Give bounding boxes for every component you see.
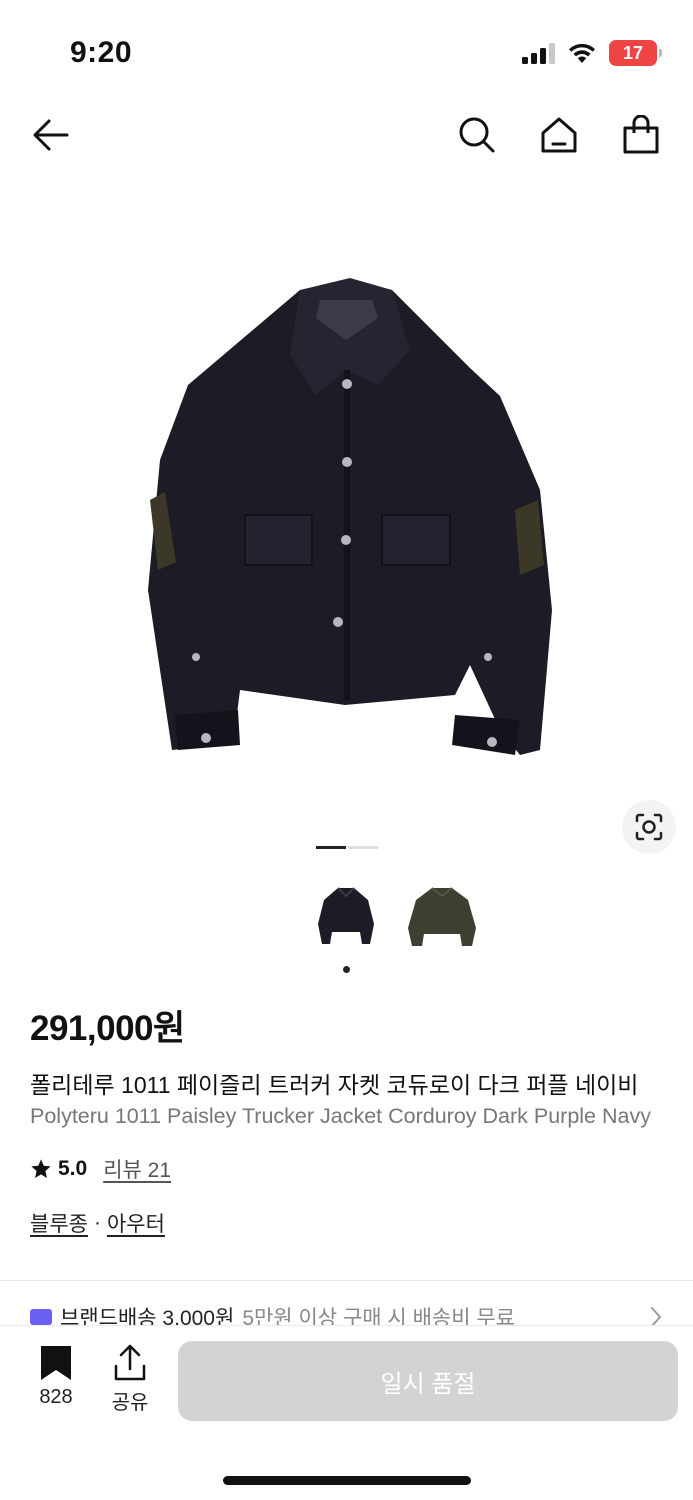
chevron-right-icon	[651, 1307, 661, 1327]
search-icon	[459, 117, 495, 153]
status-bar: 9:20 17	[0, 0, 693, 100]
image-search-button[interactable]	[622, 800, 676, 854]
pager-indicator-1	[316, 846, 346, 849]
product-title-korean: 폴리테루 1011 페이즐리 트러커 자켓 코듀로이 다크 퍼플 네이비	[30, 1072, 639, 1098]
battery-level: 17	[622, 42, 644, 63]
delivery-truck-icon	[30, 1309, 52, 1325]
category-link-blouson[interactable]: 블루종	[30, 1208, 88, 1238]
pager-indicator-2	[348, 846, 378, 849]
status-time: 9:20	[70, 36, 133, 69]
wifi-icon	[569, 43, 595, 63]
share-icon	[114, 1344, 146, 1381]
review-link[interactable]: 리뷰 21	[103, 1154, 171, 1184]
cellular-signal-icon	[522, 42, 555, 64]
star-icon	[31, 1159, 51, 1178]
battery-icon: 17	[609, 40, 662, 66]
bookmark-icon	[41, 1346, 71, 1380]
jacket-thumbnail-olive	[408, 887, 476, 946]
sold-out-button[interactable]: 일시 품절	[178, 1341, 678, 1421]
camera-lens-icon	[635, 813, 663, 841]
category-separator: ·	[93, 1211, 101, 1234]
product-price: 291,000원	[30, 1009, 185, 1048]
search-button[interactable]	[452, 110, 502, 160]
bookmark-count: 828	[39, 1386, 73, 1408]
jacket-illustration	[148, 278, 552, 755]
home-button[interactable]	[534, 110, 584, 160]
navigation-bar	[0, 100, 693, 170]
category-link-outer[interactable]: 아우터	[107, 1208, 165, 1238]
back-button[interactable]	[26, 110, 76, 160]
jacket-thumbnail-navy	[318, 887, 374, 944]
share-label: 공유	[111, 1392, 149, 1414]
rating-score: 5.0	[58, 1157, 88, 1180]
share-button[interactable]: 공유	[104, 1344, 156, 1415]
shopping-bag-icon	[623, 115, 659, 154]
thumbnail-dark-navy[interactable]	[310, 880, 382, 952]
status-icons: 17	[522, 40, 662, 66]
section-divider	[0, 1280, 693, 1281]
thumbnail-olive[interactable]	[406, 880, 478, 952]
category-breadcrumb: 블루종 · 아우터	[30, 1208, 165, 1238]
bottom-action-bar: 828 공유 일시 품절	[0, 1326, 693, 1500]
title-fade-overlay	[643, 1060, 693, 1140]
product-image[interactable]	[0, 170, 693, 860]
back-arrow-icon	[33, 119, 69, 151]
bookmark-button[interactable]: 828	[30, 1344, 82, 1409]
home-icon	[541, 117, 577, 153]
home-indicator	[223, 1476, 471, 1485]
cart-button[interactable]	[616, 110, 666, 160]
rating-row: 5.0 리뷰 21	[30, 1154, 171, 1184]
thumbnail-selected-dot	[343, 966, 350, 973]
product-title-english: Polyteru 1011 Paisley Trucker Jacket Cor…	[30, 1104, 651, 1128]
thumbnail-list	[310, 880, 478, 952]
image-pager	[316, 846, 378, 849]
